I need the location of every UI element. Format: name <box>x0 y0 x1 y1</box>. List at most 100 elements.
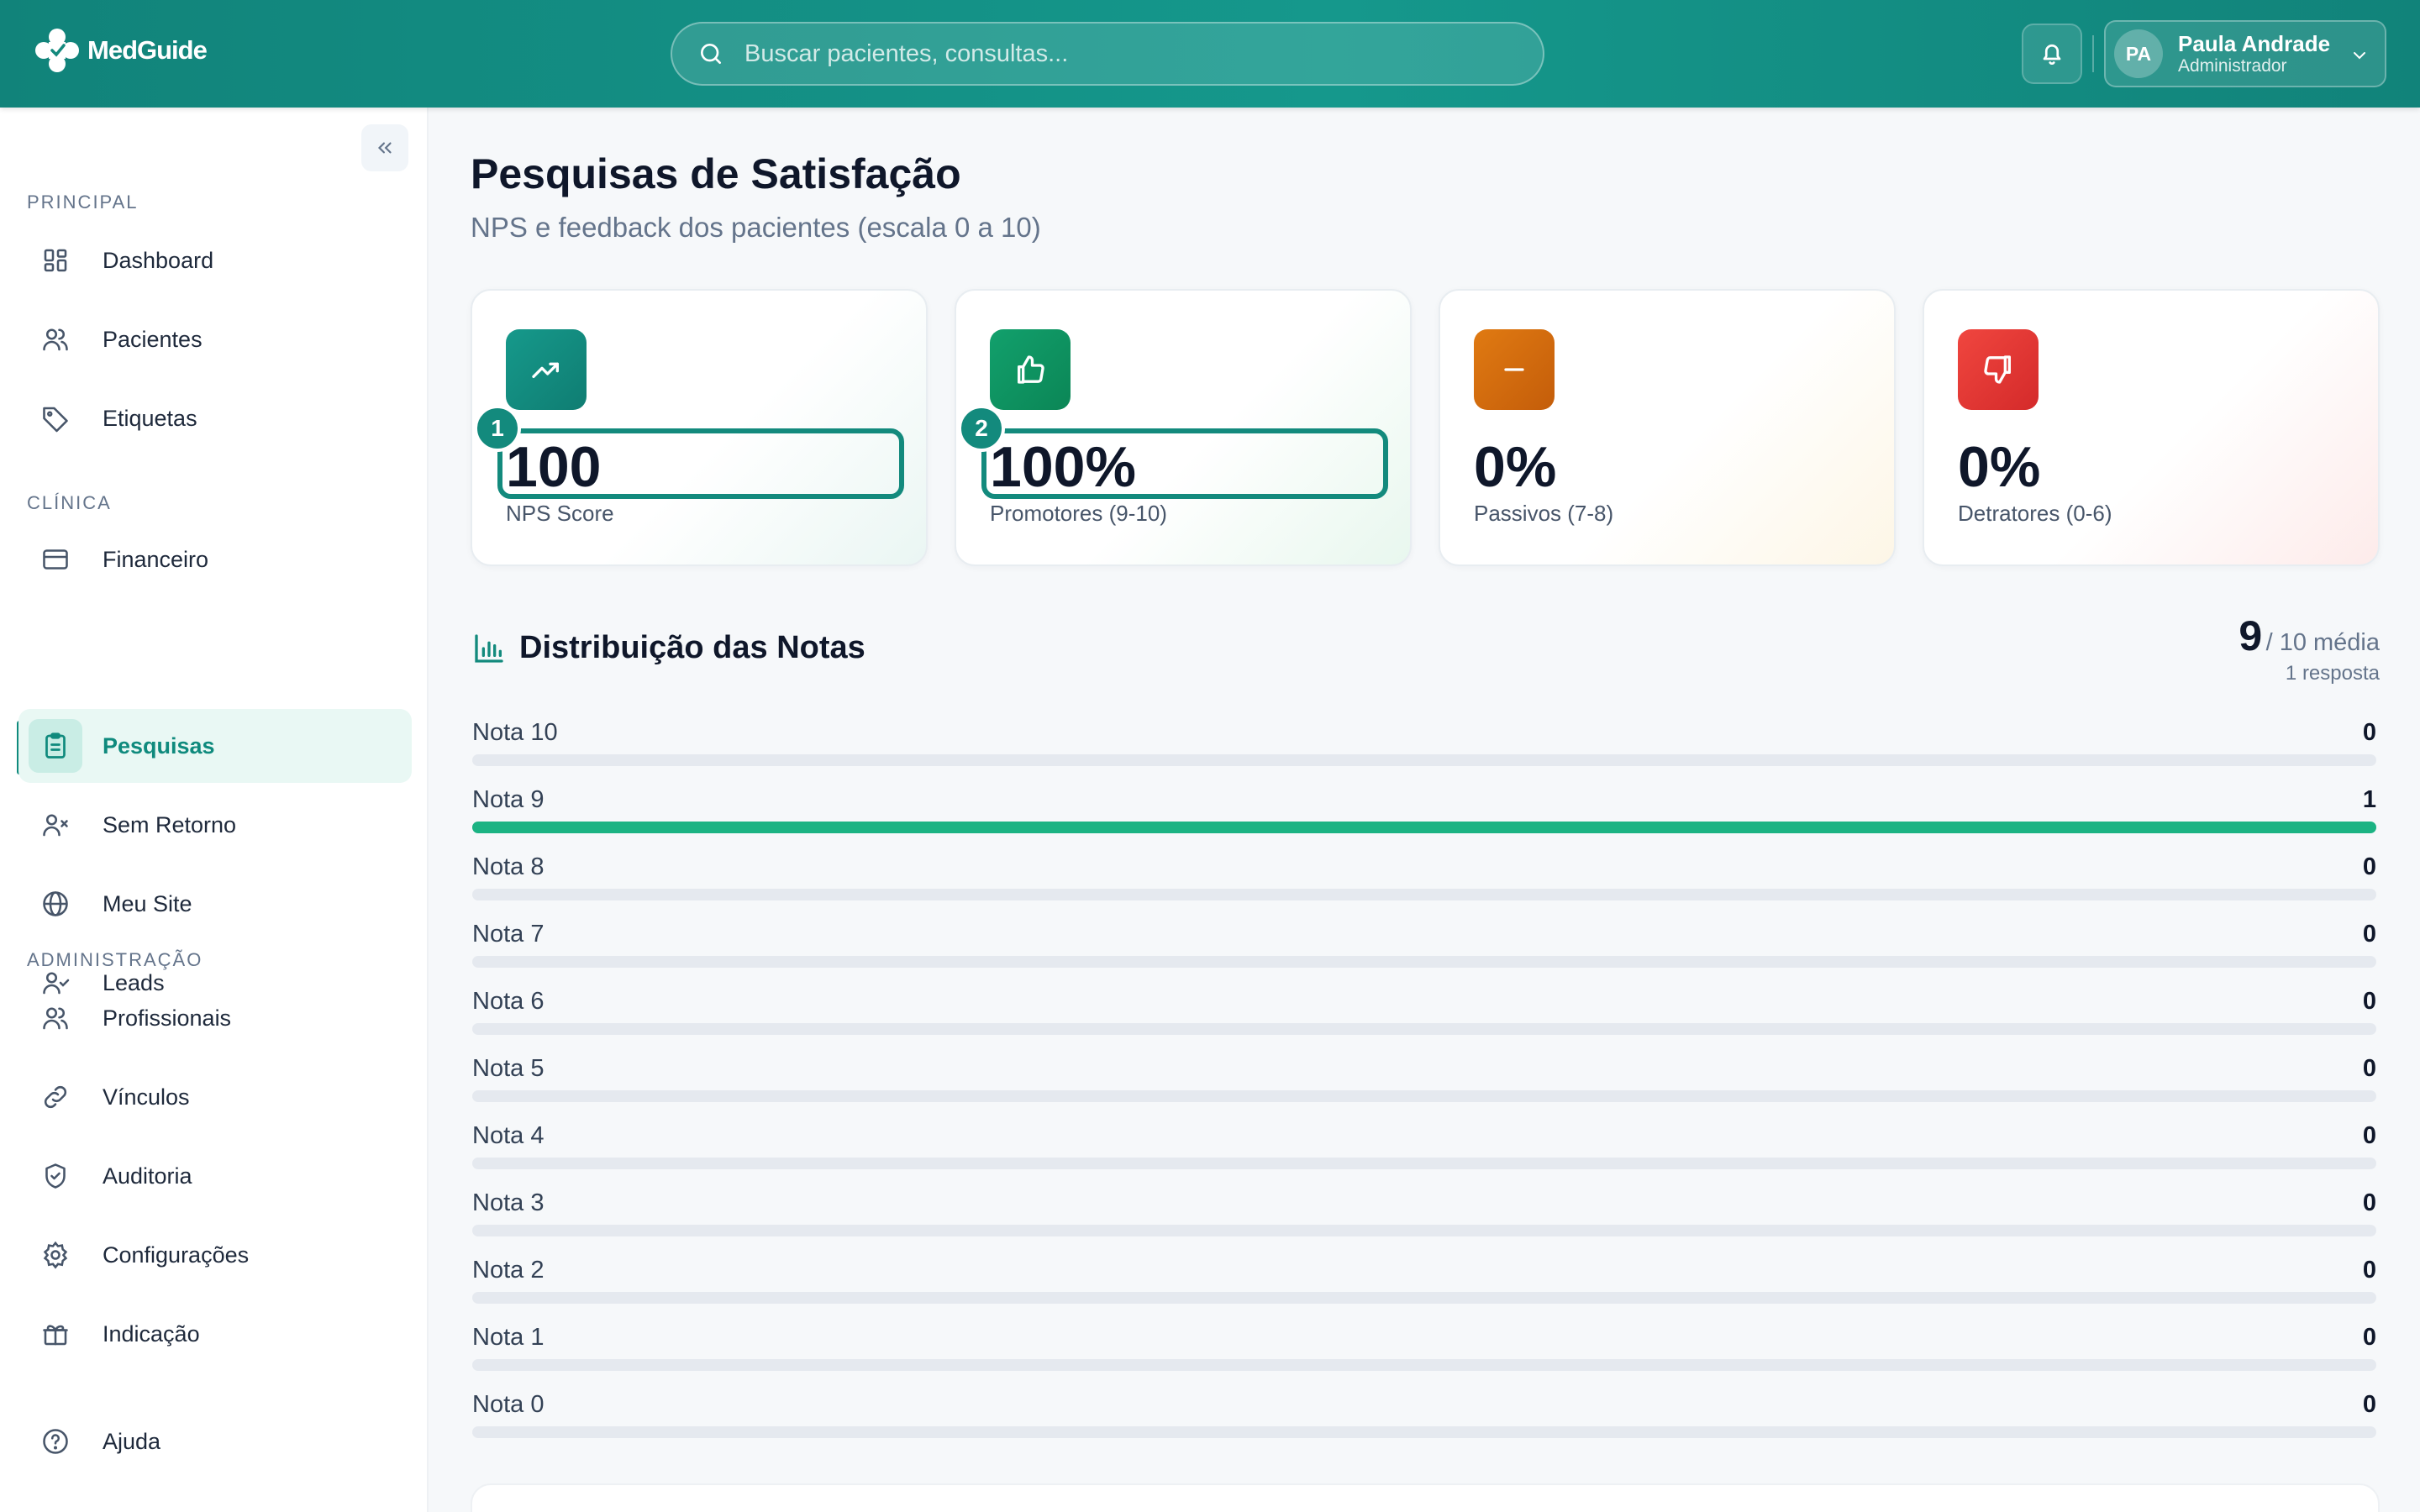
thumbs-down-icon <box>1984 355 2011 384</box>
thumbs-up-icon <box>1018 355 1044 384</box>
shield-icon <box>45 1163 66 1189</box>
help-circle-icon <box>43 1429 68 1454</box>
sidebar-item-label: Vínculos <box>103 1084 190 1110</box>
nps-score-card: 100 NPS Score <box>471 289 928 566</box>
stat-value: 100% <box>990 435 1136 499</box>
sidebar-item-label: Etiquetas <box>103 405 197 431</box>
stat-value: 100 <box>506 435 602 499</box>
distribution-row: Nota 2 0 <box>472 1257 2376 1324</box>
search-bar[interactable] <box>671 22 1544 86</box>
search-input[interactable] <box>744 39 1501 68</box>
clipboard-icon <box>45 732 66 759</box>
search-icon <box>701 44 721 64</box>
detratores-icon-tile <box>1958 329 2039 410</box>
logo[interactable]: MedGuide <box>32 25 208 76</box>
sidebar-item-auditoria[interactable]: Auditoria <box>18 1139 412 1213</box>
stat-label: Detratores (0-6) <box>1958 501 2112 526</box>
pesquisas-icon-box <box>29 719 82 773</box>
row-count: 0 <box>2362 921 2376 948</box>
row-label: Nota 9 <box>472 786 544 813</box>
chevron-down-icon <box>2354 52 2365 60</box>
bar-track <box>472 754 2376 766</box>
sidebar-item-label: Pacientes <box>103 326 203 352</box>
distribution-row: Nota 8 0 <box>472 853 2376 921</box>
distribution-title: Distribuição das Notas <box>519 630 865 665</box>
users-icon <box>43 328 68 351</box>
bar-track <box>472 1292 2376 1304</box>
sidebar-item-indicacao[interactable]: Indicação <box>18 1297 412 1371</box>
stat-label: Passivos (7-8) <box>1474 501 1614 526</box>
bar-fill <box>472 822 2376 833</box>
bar-track <box>472 1359 2376 1371</box>
distribution-row: Nota 5 0 <box>472 1055 2376 1122</box>
row-count: 1 <box>2362 786 2376 813</box>
sidebar-item-pesquisas[interactable]: Pesquisas <box>18 709 412 783</box>
annotation-badge: 1 <box>474 405 521 452</box>
average-suffix: / 10 média <box>2265 629 2380 656</box>
distribution-row: Nota 7 0 <box>472 921 2376 988</box>
row-count: 0 <box>2362 1122 2376 1149</box>
row-count: 0 <box>2362 853 2376 880</box>
section-title-principal: PRINCIPAL <box>27 192 139 213</box>
row-label: Nota 1 <box>472 1324 544 1351</box>
distribution-row: Nota 6 0 <box>472 988 2376 1055</box>
page-subtitle: NPS e feedback dos pacientes (escala 0 a… <box>471 212 1041 243</box>
logo-icon <box>35 29 79 72</box>
avatar: PA <box>2114 29 2163 78</box>
top-bar: MedGuide PA Paula Andrade Administrador <box>0 0 2420 108</box>
user-menu[interactable]: PA Paula Andrade Administrador <box>2104 20 2386 87</box>
page-title: Pesquisas de Satisfação <box>471 150 961 197</box>
sidebar-item-configuracoes[interactable]: Configurações <box>18 1218 412 1292</box>
passivos-card: 0% Passivos (7-8) <box>1439 289 1896 566</box>
distribution-row: Nota 9 1 <box>472 786 2376 853</box>
sidebar-item-label: Profissionais <box>103 1005 232 1031</box>
distribution-row: Nota 0 0 <box>472 1391 2376 1458</box>
sidebar-item-etiquetas[interactable]: Etiquetas <box>18 381 412 455</box>
notifications-button[interactable] <box>2022 24 2082 84</box>
user-name: Paula Andrade <box>2178 31 2331 56</box>
distribution-row: Nota 3 0 <box>472 1189 2376 1257</box>
distribution-card: Distribuição das Notas 9 / 10 média 1 re… <box>471 608 2380 1445</box>
users-icon <box>43 1007 68 1030</box>
row-label: Nota 4 <box>472 1122 544 1149</box>
sidebar-item-label: Meu Site <box>103 890 192 916</box>
chevrons-left-icon <box>377 142 392 154</box>
response-count: 1 resposta <box>2285 662 2380 685</box>
sidebar-item-sem-retorno[interactable]: Sem Retorno <box>18 788 412 862</box>
row-label: Nota 8 <box>472 853 544 880</box>
sidebar-item-ajuda[interactable]: Ajuda <box>18 1404 412 1478</box>
tag-icon <box>43 407 68 433</box>
sidebar-item-label: Sem Retorno <box>103 811 237 837</box>
sidebar-item-label: Pesquisas <box>103 732 215 759</box>
link-icon <box>44 1085 67 1109</box>
sidebar-item-profissionais[interactable]: Profissionais <box>18 981 412 1055</box>
row-count: 0 <box>2362 1391 2376 1418</box>
row-label: Nota 10 <box>472 719 558 746</box>
sidebar: PRINCIPAL Dashboard Pacientes Etiquetas … <box>0 108 429 1512</box>
stat-label: Promotores (9-10) <box>990 501 1167 526</box>
sidebar-item-financeiro[interactable]: Financeiro <box>18 522 412 596</box>
row-label: Nota 0 <box>472 1391 544 1418</box>
row-label: Nota 5 <box>472 1055 544 1082</box>
annotation-badge: 2 <box>958 405 1005 452</box>
sidebar-item-dashboard[interactable]: Dashboard <box>18 223 412 297</box>
user-role: Administrador <box>2178 56 2287 76</box>
bar-track <box>472 956 2376 968</box>
next-card <box>471 1483 2380 1512</box>
sidebar-item-meu-site[interactable]: Meu Site <box>18 867 412 941</box>
sidebar-item-vinculos[interactable]: Vínculos <box>18 1060 412 1134</box>
sidebar-item-label: Indicação <box>103 1320 200 1347</box>
distribution-row: Nota 4 0 <box>472 1122 2376 1189</box>
gift-icon <box>43 1325 68 1346</box>
gear-icon <box>43 1241 68 1269</box>
stat-value: 0% <box>1958 435 2041 499</box>
row-label: Nota 3 <box>472 1189 544 1216</box>
passivos-icon-tile <box>1474 329 1555 410</box>
collapse-sidebar-button[interactable] <box>361 124 408 171</box>
promotores-card: 100% Promotores (9-10) <box>955 289 1412 566</box>
sidebar-item-label: Dashboard <box>103 247 214 273</box>
bar-track <box>472 1158 2376 1169</box>
minus-icon <box>1504 368 1524 371</box>
sidebar-item-pacientes[interactable]: Pacientes <box>18 302 412 376</box>
credit-card-icon <box>43 549 68 570</box>
